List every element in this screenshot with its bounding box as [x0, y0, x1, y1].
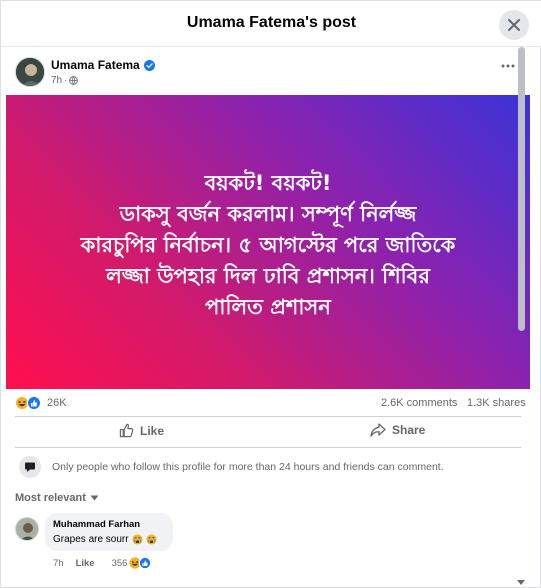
reactions-count[interactable]: 26K [47, 397, 67, 409]
comment-like-button[interactable]: Like [76, 558, 95, 569]
comment-text-row: Grapes are sourr [53, 534, 163, 545]
close-button[interactable] [499, 10, 529, 40]
post-text: বয়কট! বয়কট! ডাকসু বর্জন করলাম। সম্পূর্… [38, 162, 498, 323]
commenter-avatar[interactable] [15, 517, 39, 541]
notice-text: Only people who follow this profile for … [52, 461, 444, 473]
scrollbar-thumb[interactable] [518, 47, 525, 331]
author-name-row: Umama Fatema [51, 58, 155, 72]
sort-label: Most relevant [15, 492, 86, 504]
globe-icon [69, 76, 79, 85]
author-name[interactable]: Umama Fatema [51, 58, 140, 72]
like-label: Like [140, 423, 165, 438]
post-text-line: বয়কট! বয়কট! [204, 170, 332, 195]
crying-icon [146, 534, 157, 545]
comment-sort-dropdown[interactable]: Most relevant [15, 492, 99, 504]
post-text-line: কারচুপির নির্বাচন। ৫ আগস্টের পরে জাতিকে [80, 232, 456, 257]
crying-icon [132, 534, 143, 545]
post-time[interactable]: 7h [51, 75, 62, 86]
more-horizontal-icon [501, 64, 515, 68]
comments-count[interactable]: 2.6K comments [381, 397, 457, 409]
verified-badge-icon [143, 59, 155, 71]
share-button[interactable]: Share [370, 423, 425, 437]
post-header: Umama Fatema 7h · [1, 47, 531, 95]
like-icon [139, 557, 152, 569]
comment-text: Grapes are sourr [53, 534, 129, 545]
post-meta: 7h · [51, 75, 79, 86]
comment-meta: 7h Like 356 [53, 557, 152, 569]
post-text-line: পালিত প্রশাসন [205, 294, 331, 319]
share-icon [370, 423, 386, 437]
post-text-background[interactable]: বয়কট! বয়কট! ডাকসু বর্জন করলাম। সম্পূর্… [6, 95, 530, 389]
comment-time[interactable]: 7h [53, 558, 64, 569]
like-button[interactable]: Like [119, 423, 164, 438]
comment-bubble: Muhammad Farhan Grapes are sourr [45, 513, 173, 551]
like-icon [119, 423, 134, 438]
share-label: Share [392, 423, 426, 437]
more-options-button[interactable] [501, 59, 515, 69]
caret-down-icon [90, 495, 99, 501]
comment-item: Muhammad Farhan Grapes are sourr 7h Like… [15, 513, 515, 579]
comment-reaction-count: 356 [111, 557, 128, 569]
haha-icon [15, 396, 29, 410]
like-icon [27, 396, 41, 410]
scrollbar[interactable] [516, 47, 526, 588]
close-icon [508, 19, 520, 31]
comment-bubble-icon [19, 456, 41, 478]
comment-restriction-notice: Only people who follow this profile for … [15, 454, 521, 480]
post-text-line: লজ্জা উপহার দিল ঢাবি প্রশাসন। শিবির [106, 263, 430, 288]
post-stats: 26K 2.6K comments 1.3K shares [1, 393, 531, 413]
post-actions: Like Share [15, 416, 521, 448]
commenter-name[interactable]: Muhammad Farhan [53, 519, 163, 530]
dialog-header: Umama Fatema's post [1, 1, 541, 47]
scroll-down-arrow-icon[interactable] [517, 580, 525, 585]
post-dialog: Umama Fatema's post Umama Fatema 7h · বয… [0, 0, 541, 588]
post-text-line: ডাকসু বর্জন করলাম। সম্পূর্ণ নির্লজ্জ [119, 201, 417, 226]
comment-reactions[interactable]: 356 [112, 557, 152, 569]
reaction-icons[interactable] [15, 396, 45, 410]
author-avatar[interactable] [15, 57, 45, 87]
dialog-title: Umama Fatema's post [186, 14, 357, 31]
